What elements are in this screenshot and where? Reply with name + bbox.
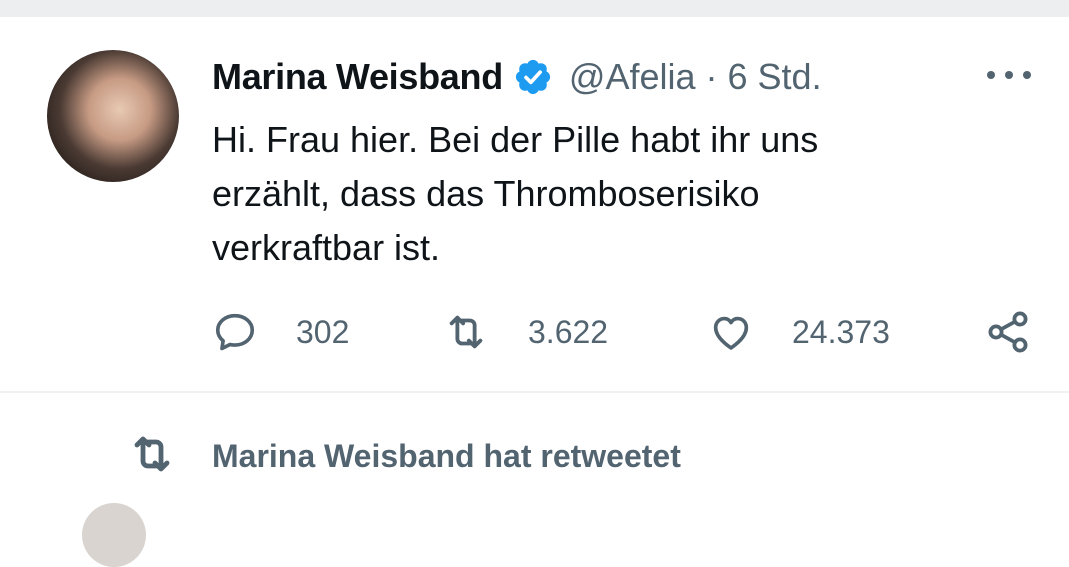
top-separator-strip (0, 0, 1069, 17)
retweet-count: 3.622 (528, 313, 609, 350)
reply-icon (212, 309, 258, 355)
tweet[interactable]: Marina Weisband @Afelia · 6 Std. Hi. Fra… (0, 17, 1069, 391)
retweet-context-label: Marina Weisband hat retweetet (212, 437, 681, 474)
author-handle[interactable]: @Afelia (569, 56, 696, 98)
retweet-icon (124, 430, 180, 483)
header-separator: · (705, 56, 718, 97)
tweet-timestamp[interactable]: 6 Std. (728, 56, 822, 98)
like-count: 24.373 (792, 313, 890, 350)
tweet-actions: 302 3.622 24.373 (212, 307, 1032, 357)
avatar[interactable] (82, 503, 146, 567)
heart-icon (708, 309, 754, 355)
avatar[interactable] (47, 50, 179, 182)
more-options-icon[interactable] (987, 67, 1031, 83)
tweet-text: Hi. Frau hier. Bei der Pille habt ihr un… (212, 119, 819, 268)
share-button[interactable] (984, 307, 1032, 357)
retweet-button[interactable]: 3.622 (442, 307, 608, 357)
tweet-divider (0, 391, 1069, 393)
author-name[interactable]: Marina Weisband (212, 56, 503, 98)
retweet-icon (442, 309, 490, 355)
reply-count: 302 (296, 313, 350, 350)
reply-button[interactable]: 302 (212, 307, 349, 357)
share-icon (984, 308, 1032, 356)
verified-badge-icon (513, 57, 553, 97)
like-button[interactable]: 24.373 (708, 307, 890, 357)
tweet-header: Marina Weisband @Afelia · 6 Std. (212, 55, 822, 99)
retweet-context[interactable]: Marina Weisband hat retweetet (124, 428, 681, 484)
